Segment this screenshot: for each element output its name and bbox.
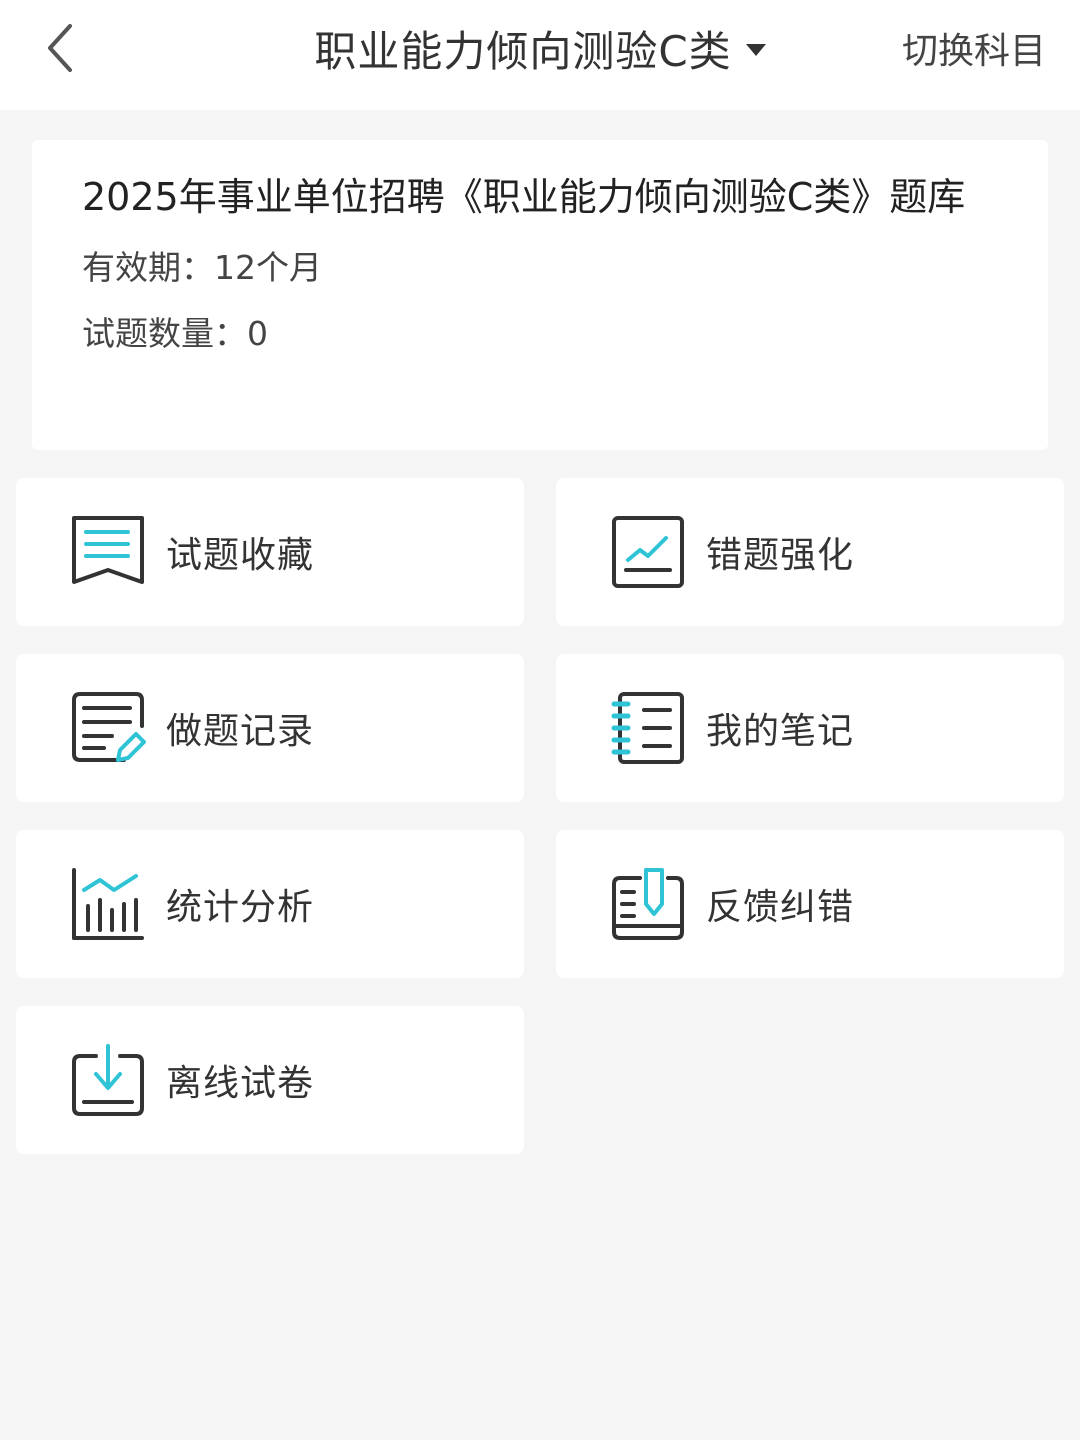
bookmark-list-icon xyxy=(70,514,146,590)
menu-item-feedback[interactable]: 反馈纠错 xyxy=(556,830,1064,978)
menu-item-offline-papers[interactable]: 离线试卷 xyxy=(16,1006,524,1154)
menu-item-label: 离线试卷 xyxy=(166,1063,315,1104)
validity-text: 有效期：12个月 xyxy=(82,248,322,287)
download-icon xyxy=(70,1042,146,1118)
bar-chart-icon xyxy=(70,866,146,942)
menu-item-label: 做题记录 xyxy=(166,711,315,752)
menu-item-label: 试题收藏 xyxy=(166,535,315,576)
top-bar: 职业能力倾向测验C类 切换科目 xyxy=(0,0,1080,110)
menu-item-label: 反馈纠错 xyxy=(706,887,855,928)
menu-item-wrong-questions[interactable]: 错题强化 xyxy=(556,478,1064,626)
question-count-text: 试题数量：0 xyxy=(82,314,268,353)
page-title: 职业能力倾向测验C类 xyxy=(314,26,732,76)
trend-chart-icon xyxy=(610,514,686,590)
menu-item-notes[interactable]: 我的笔记 xyxy=(556,654,1064,802)
bank-name: 2025年事业单位招聘《职业能力倾向测验C类》题库 xyxy=(82,175,966,219)
menu-item-statistics[interactable]: 统计分析 xyxy=(16,830,524,978)
caret-down-icon xyxy=(745,44,766,56)
feedback-icon xyxy=(610,866,686,942)
menu-item-label: 我的笔记 xyxy=(706,711,855,752)
notebook-icon xyxy=(610,690,686,766)
menu-item-label: 统计分析 xyxy=(166,887,315,928)
switch-subject-button[interactable]: 切换科目 xyxy=(902,22,1046,74)
menu-item-label: 错题强化 xyxy=(706,535,855,576)
menu-item-favorites[interactable]: 试题收藏 xyxy=(16,478,524,626)
feature-grid: 试题收藏 错题强化 做题记录 我的笔记 统计分析 反馈纠错 离线试卷 xyxy=(16,478,1064,1154)
question-bank-card: 2025年事业单位招聘《职业能力倾向测验C类》题库 有效期：12个月 试题数量：… xyxy=(32,140,1048,450)
document-edit-icon xyxy=(70,690,146,766)
menu-item-history[interactable]: 做题记录 xyxy=(16,654,524,802)
